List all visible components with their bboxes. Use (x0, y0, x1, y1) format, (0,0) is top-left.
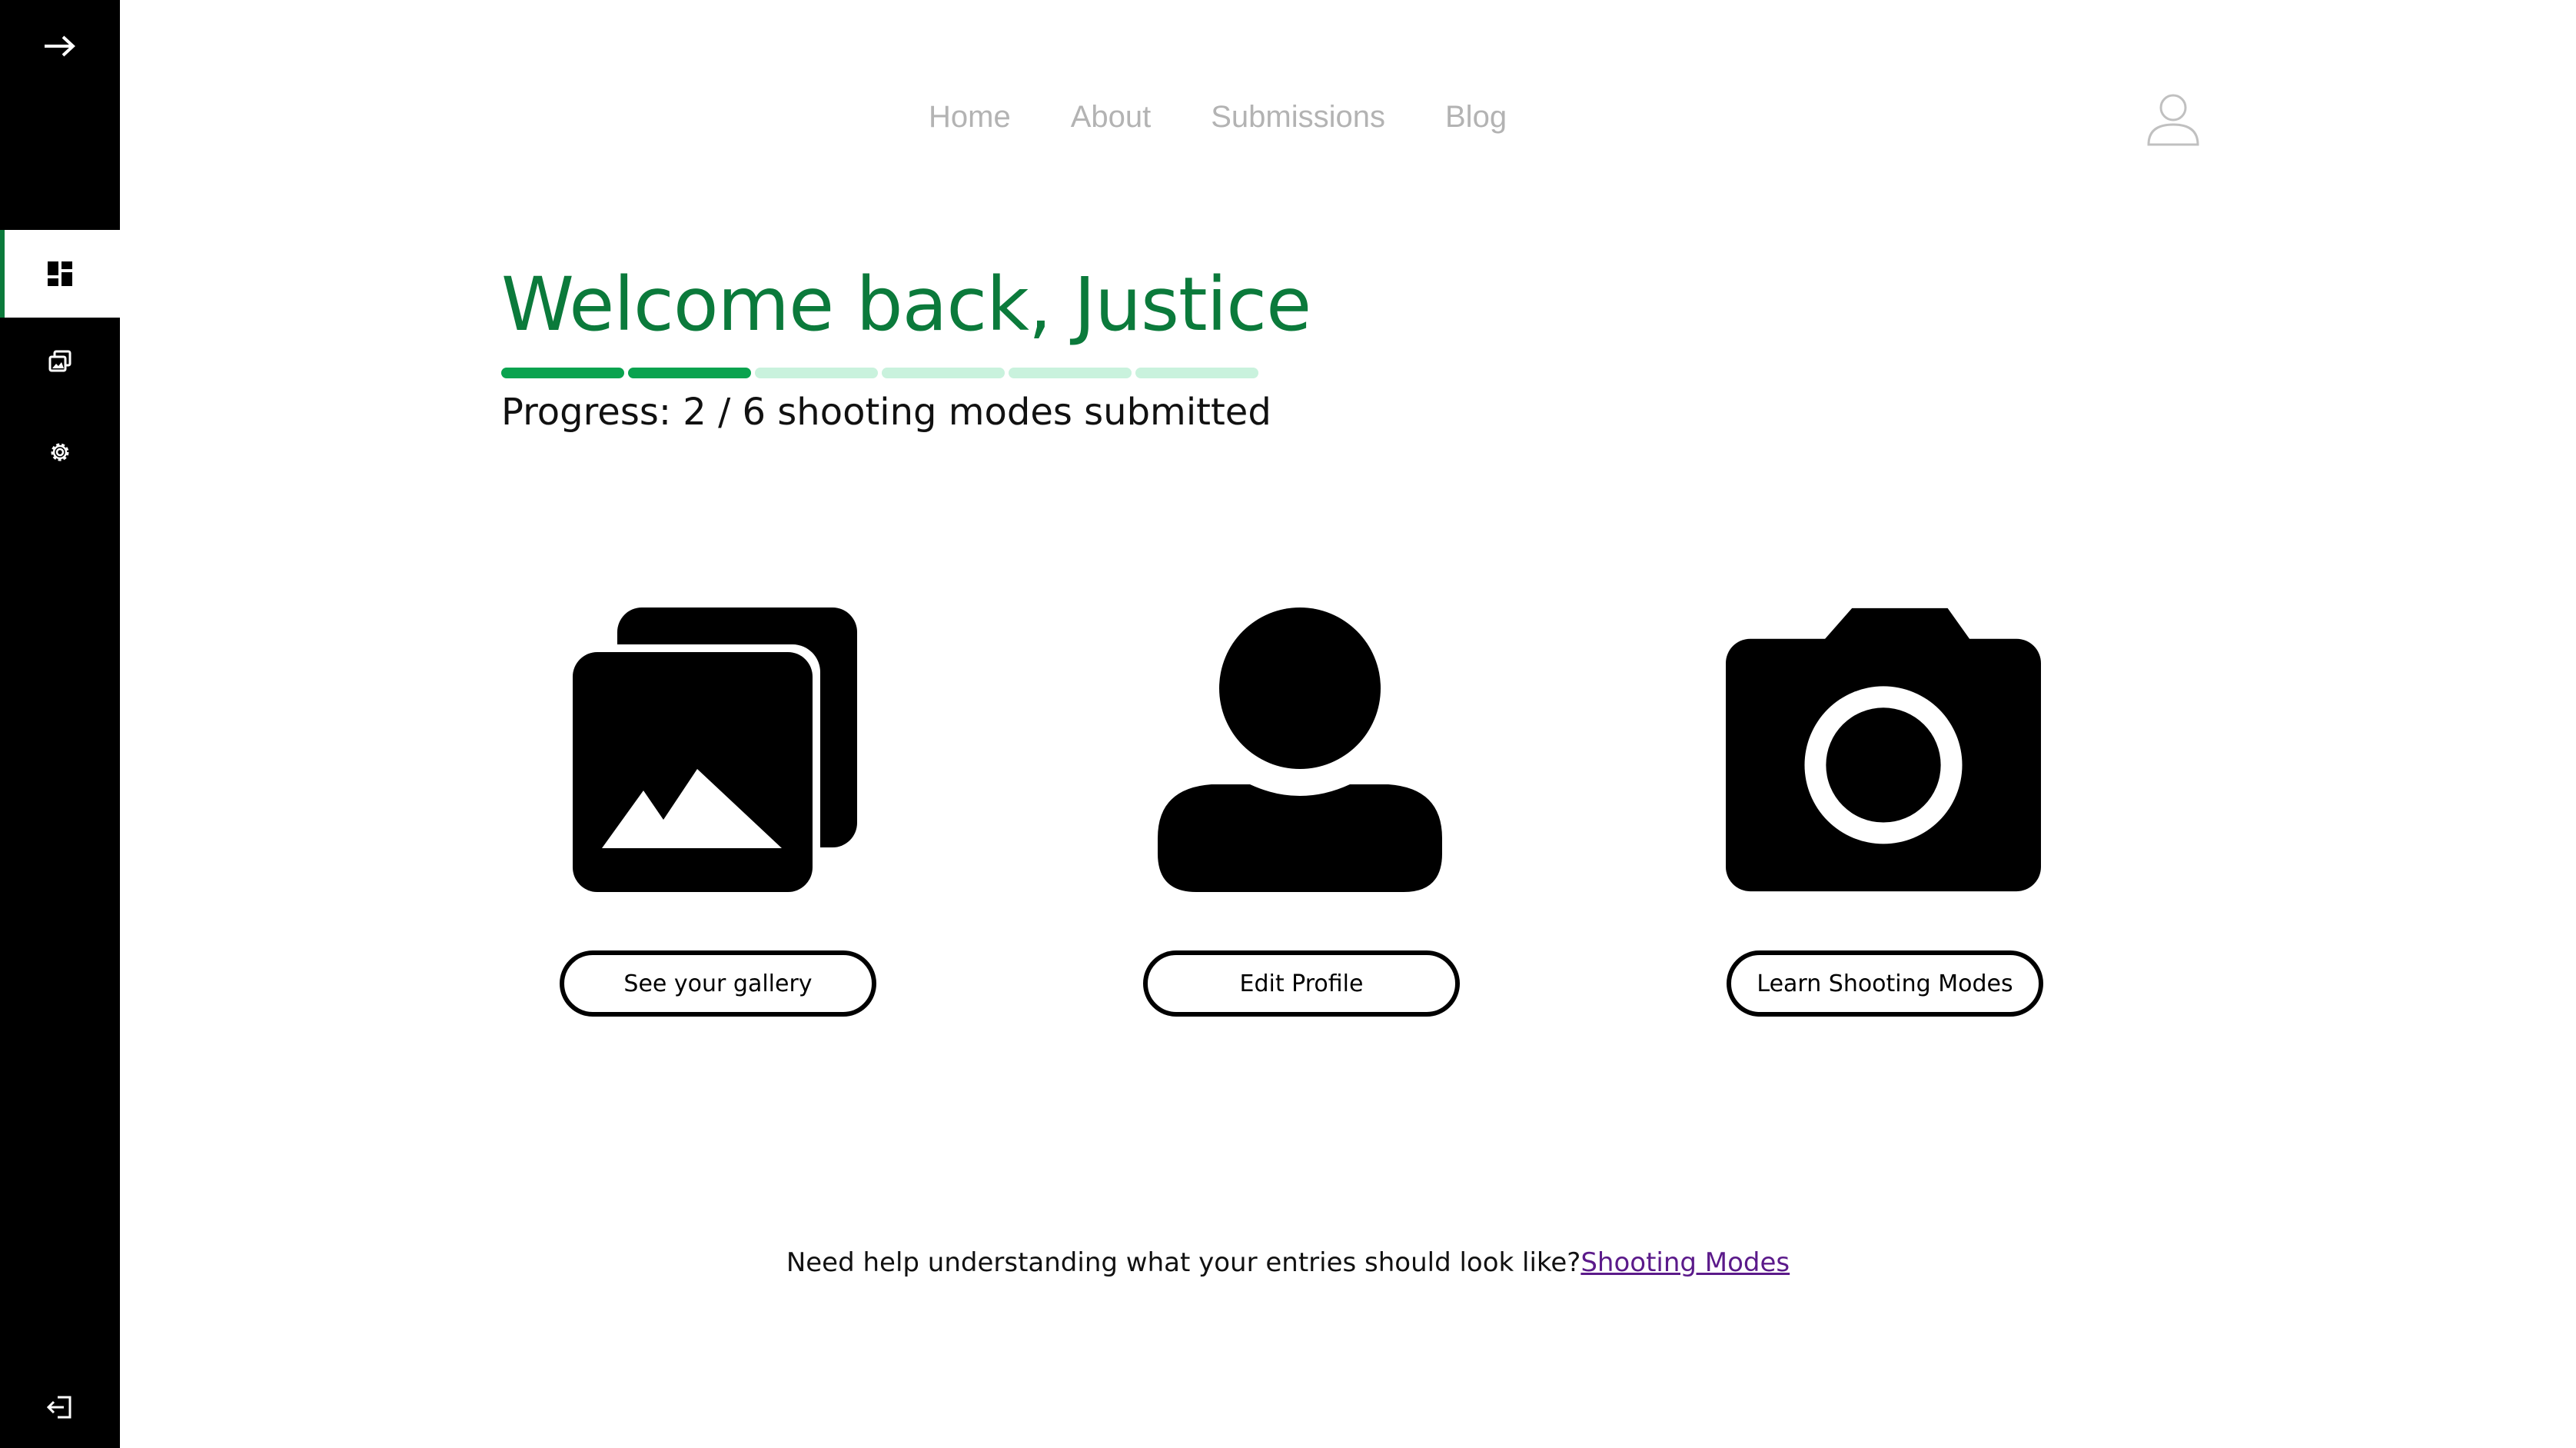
person-icon (1158, 607, 1442, 892)
gallery-icon (48, 350, 71, 372)
expand-sidebar-button[interactable] (0, 15, 120, 77)
progress-segment (501, 368, 624, 378)
top-nav: Home About Submissions Blog (929, 100, 1507, 135)
progress-bar (501, 368, 1258, 378)
shooting-modes-link[interactable]: Shooting Modes (1581, 1247, 1790, 1278)
learn-shooting-modes-button[interactable]: Learn Shooting Modes (1727, 950, 2043, 1017)
sidebar-item-dashboard[interactable] (0, 230, 120, 318)
logout-button[interactable] (0, 1376, 120, 1438)
arrow-right-icon (45, 35, 75, 57)
sidebar-item-settings[interactable] (0, 421, 120, 483)
sidebar (0, 0, 120, 1448)
nav-link-blog[interactable]: Blog (1445, 100, 1507, 135)
nav-link-about[interactable]: About (1071, 100, 1152, 135)
progress-segment (1009, 368, 1132, 378)
help-text: Need help understanding what your entrie… (0, 1247, 2576, 1278)
gear-icon (51, 443, 69, 461)
progress-segment (1135, 368, 1258, 378)
gallery-icon (573, 607, 857, 892)
progress-segment (755, 368, 878, 378)
camera-card-image (1726, 607, 2041, 892)
sidebar-item-gallery[interactable] (0, 331, 120, 392)
see-gallery-button[interactable]: See your gallery (560, 950, 876, 1017)
logout-icon (47, 1396, 71, 1419)
page-title: Welcome back, Justice (501, 261, 1311, 348)
progress-text: Progress: 2 / 6 shooting modes submitted (501, 391, 1271, 434)
nav-link-submissions[interactable]: Submissions (1211, 100, 1385, 135)
user-icon (2147, 94, 2199, 146)
progress-segment (882, 368, 1005, 378)
dashboard-icon (48, 261, 72, 286)
profile-avatar-button[interactable] (2145, 91, 2202, 148)
gallery-card-image (557, 607, 873, 892)
edit-profile-button[interactable]: Edit Profile (1143, 950, 1460, 1017)
progress-segment (628, 368, 751, 378)
nav-link-home[interactable]: Home (929, 100, 1011, 135)
camera-icon (1726, 607, 2041, 892)
profile-card-image (1142, 607, 1458, 892)
help-message: Need help understanding what your entrie… (786, 1247, 1581, 1278)
